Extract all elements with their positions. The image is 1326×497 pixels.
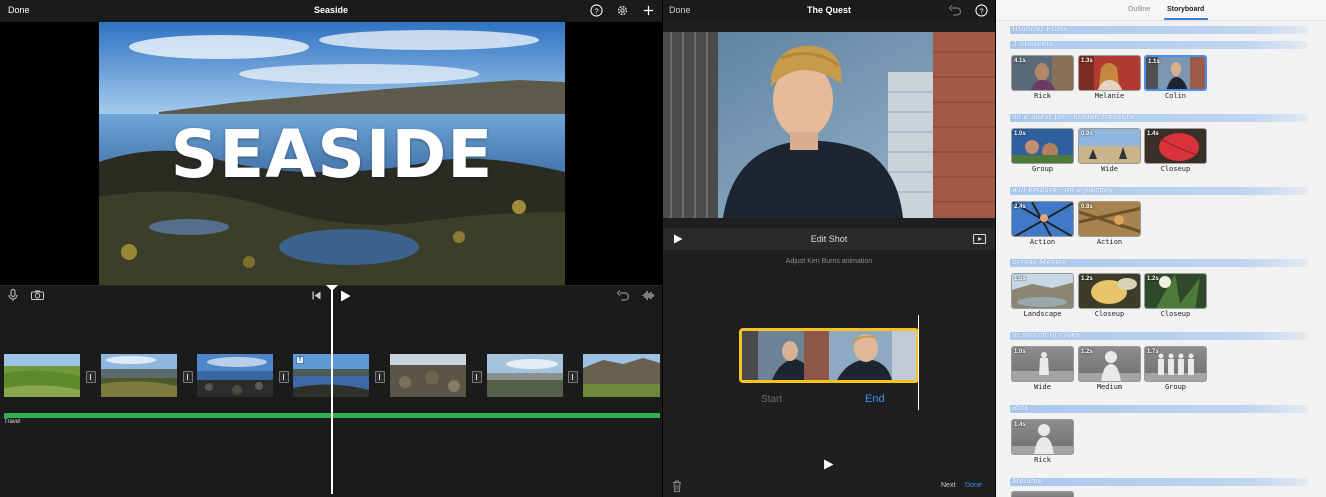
audio-track-label: Travel bbox=[4, 419, 21, 425]
transition-marker[interactable] bbox=[472, 371, 482, 383]
shot-thumbnail-colin[interactable]: 1.1s bbox=[1144, 55, 1207, 91]
active-tab-indicator bbox=[1164, 18, 1208, 20]
shot-thumbnail-action[interactable]: 0.8s bbox=[1078, 201, 1141, 237]
next-button[interactable]: Next bbox=[941, 482, 955, 489]
timeline-clip[interactable] bbox=[197, 354, 273, 397]
play-icon[interactable] bbox=[823, 459, 834, 470]
storyboard-panel: Outline Storyboard HighDef Films 3 Stude… bbox=[996, 0, 1326, 497]
ken-burns-position-marker[interactable] bbox=[918, 315, 919, 410]
video-viewer: SEASIDE bbox=[0, 22, 662, 285]
shot-thumbnail-closeup[interactable]: 1.2s bbox=[1144, 273, 1207, 309]
section-header[interactable]: HighDef Films bbox=[1010, 25, 1308, 35]
section-header[interactable]: Melanie bbox=[1010, 477, 1308, 487]
timeline-editor-panel: Done Seaside ? SEASIDE T Travel bbox=[0, 0, 662, 497]
top-bar: Done Seaside ? bbox=[0, 0, 662, 22]
title-badge-icon: T bbox=[296, 356, 304, 364]
shot-thumbnail-closeup[interactable]: 1.4s bbox=[1144, 128, 1207, 164]
undo-icon[interactable] bbox=[617, 290, 629, 301]
transition-marker[interactable] bbox=[183, 371, 193, 383]
tab-outline[interactable]: Outline bbox=[1128, 6, 1150, 13]
play-icon[interactable] bbox=[340, 290, 351, 302]
timeline-clip[interactable] bbox=[4, 354, 80, 397]
shot-label: Colin bbox=[1164, 92, 1187, 100]
shot-label: Wide bbox=[1034, 383, 1051, 391]
project-title: The Quest bbox=[806, 5, 851, 15]
done-button[interactable]: Done bbox=[965, 482, 982, 489]
edit-shot-bar: Edit Shot bbox=[663, 228, 995, 250]
add-icon[interactable] bbox=[642, 4, 655, 17]
shot-thumbnail-rick[interactable]: 4.1s bbox=[1011, 55, 1074, 91]
help-icon[interactable]: ? bbox=[590, 4, 603, 17]
segmented-control: Outline Storyboard bbox=[996, 0, 1326, 21]
audio-waveform-icon[interactable] bbox=[642, 290, 655, 301]
section-header[interactable]: will embark - on a journey bbox=[1010, 186, 1308, 196]
ken-burns-start-button[interactable]: Start bbox=[761, 394, 782, 405]
settings-icon[interactable] bbox=[616, 4, 629, 17]
transition-marker[interactable] bbox=[279, 371, 289, 383]
top-bar: Done The Quest ? bbox=[663, 0, 995, 22]
help-icon[interactable]: ? bbox=[975, 4, 988, 17]
microphone-icon[interactable] bbox=[8, 289, 18, 302]
transition-marker[interactable] bbox=[86, 371, 96, 383]
svg-text:?: ? bbox=[594, 6, 598, 15]
shot-label: Closeup bbox=[1094, 310, 1125, 318]
timeline-clip[interactable] bbox=[583, 354, 660, 397]
transition-marker[interactable] bbox=[568, 371, 578, 383]
section-header[interactable]: on a quest for - hidden treasure bbox=[1010, 113, 1308, 123]
shot-label: Rick bbox=[1034, 456, 1051, 464]
shot-thumbnail-landscape[interactable]: 1.5s bbox=[1011, 273, 1074, 309]
ken-burns-strip[interactable] bbox=[739, 328, 919, 383]
undo-icon[interactable] bbox=[949, 5, 961, 16]
shot-thumbnail-melanie[interactable]: 1.3s bbox=[1078, 55, 1141, 91]
shot-preview-image bbox=[663, 32, 995, 218]
shot-thumbnail-action[interactable]: 2.4s bbox=[1011, 201, 1074, 237]
shot-thumbnail-wide[interactable]: 0.9s bbox=[1078, 128, 1141, 164]
timeline-clip[interactable] bbox=[487, 354, 563, 397]
shot-thumbnail-closeup[interactable]: 1.2s bbox=[1078, 273, 1141, 309]
shot-label: Medium bbox=[1096, 383, 1123, 391]
playhead-marker[interactable] bbox=[326, 285, 338, 291]
ken-burns-end-button[interactable]: End bbox=[865, 393, 885, 405]
section-header[interactable]: 3 Students bbox=[1010, 40, 1308, 50]
shot-label: Action bbox=[1096, 238, 1123, 246]
shot-thumbnail-group[interactable]: 1.0s bbox=[1011, 128, 1074, 164]
seaside-preview-image: SEASIDE bbox=[99, 22, 565, 285]
shot-label: Closeup bbox=[1160, 165, 1191, 173]
shot-placeholder-wide[interactable]: 1.0s bbox=[1011, 346, 1074, 382]
section-header[interactable]: Rick bbox=[1010, 404, 1308, 414]
shot-label: Melanie bbox=[1094, 92, 1125, 100]
camera-icon[interactable] bbox=[31, 290, 44, 300]
shot-label: Action bbox=[1029, 238, 1056, 246]
edit-shot-title: Edit Shot bbox=[810, 234, 848, 244]
edit-shot-subtitle: Adjust Ken Burns animation bbox=[785, 258, 873, 265]
shot-placeholder-melanie[interactable] bbox=[1011, 491, 1074, 497]
title-overlay-text: SEASIDE bbox=[170, 116, 494, 193]
project-title: Seaside bbox=[313, 5, 349, 15]
shot-label: Group bbox=[1164, 383, 1187, 391]
transition-marker[interactable] bbox=[375, 371, 385, 383]
fullscreen-preview-icon[interactable] bbox=[973, 234, 986, 244]
shot-label: Group bbox=[1031, 165, 1054, 173]
shot-placeholder-group[interactable]: 1.7s bbox=[1144, 346, 1207, 382]
shot-label: Rick bbox=[1034, 92, 1051, 100]
playhead[interactable] bbox=[331, 285, 333, 494]
section-header[interactable]: across Mexico bbox=[1010, 258, 1308, 268]
trash-icon[interactable] bbox=[672, 480, 682, 492]
shot-placeholder-medium[interactable]: 1.2s bbox=[1078, 346, 1141, 382]
tab-storyboard[interactable]: Storyboard bbox=[1167, 6, 1204, 13]
shot-label: Closeup bbox=[1160, 310, 1191, 318]
timeline-clip[interactable] bbox=[390, 354, 466, 397]
section-header[interactable]: in search of clues bbox=[1010, 331, 1308, 341]
skip-to-start-icon[interactable] bbox=[312, 291, 321, 300]
svg-text:?: ? bbox=[979, 6, 983, 15]
shot-label: Landscape bbox=[1023, 310, 1062, 318]
shot-label: Wide bbox=[1101, 165, 1118, 173]
timeline-clip[interactable] bbox=[101, 354, 177, 397]
shot-placeholder-rick[interactable]: 1.4s bbox=[1011, 419, 1074, 455]
edit-shot-panel: Done The Quest ? Edit Shot Adjust Ken Bu… bbox=[663, 0, 995, 497]
